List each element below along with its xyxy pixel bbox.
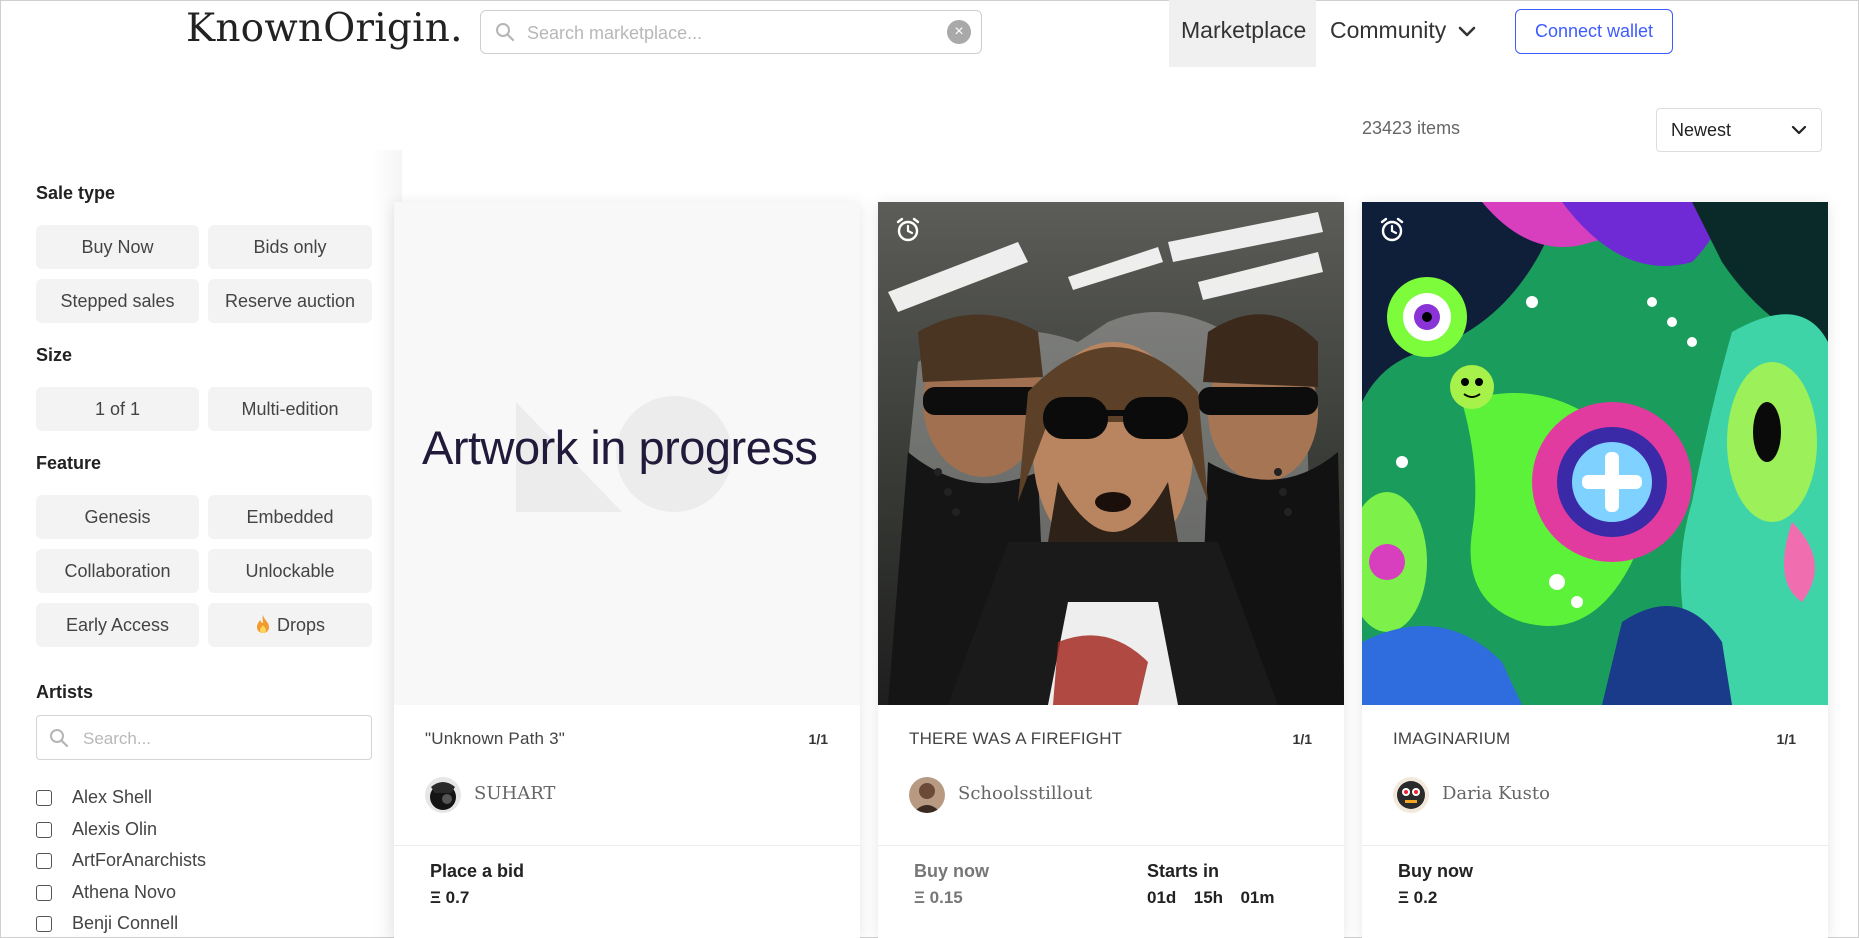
filter-stepped-sales[interactable]: Stepped sales [36, 279, 199, 323]
starts-in-label: Starts in [1147, 861, 1220, 881]
sort-selected-label: Newest [1671, 120, 1732, 140]
artist-search[interactable] [36, 715, 372, 760]
artist-search-input[interactable] [81, 726, 355, 752]
artwork-illustration [878, 202, 1344, 705]
sort-select[interactable]: Newest [1656, 108, 1822, 152]
avatar[interactable] [1393, 777, 1429, 813]
nav-community[interactable]: Community [1330, 17, 1446, 44]
artist-checkbox[interactable] [36, 916, 52, 932]
artwork-card[interactable]: Artwork in progress "Unknown Path 3" 1/1… [394, 202, 860, 938]
avatar[interactable] [425, 777, 461, 813]
artist-name[interactable]: Schoolsstillout [958, 783, 1092, 804]
clear-icon[interactable]: × [947, 20, 971, 44]
artist-option-label: Alex Shell [72, 787, 153, 807]
card-title[interactable]: "Unknown Path 3" [425, 729, 565, 749]
filter-early-access[interactable]: Early Access [36, 603, 199, 647]
search-icon [496, 23, 515, 42]
artist-name[interactable]: Daria Kusto [1442, 783, 1550, 804]
nav-marketplace[interactable]: Marketplace [1169, 0, 1316, 67]
filter-drops[interactable]: Drops [208, 603, 372, 647]
artist-checkbox[interactable] [36, 790, 52, 806]
divider [878, 845, 1344, 846]
marketplace-search[interactable]: × [480, 10, 982, 54]
artwork-image[interactable] [878, 202, 1344, 705]
price-value: Ξ 0.2 [1398, 888, 1438, 907]
filter-collaboration[interactable]: Collaboration [36, 549, 199, 593]
edition-badge: 1/1 [1776, 731, 1796, 747]
alarm-clock-icon [896, 217, 920, 242]
card-title[interactable]: IMAGINARIUM [1393, 729, 1510, 749]
filter-drops-label: Drops [276, 615, 325, 635]
sale-type-title: Sale type [36, 183, 116, 203]
search-icon [50, 729, 69, 748]
artist-checkbox[interactable] [36, 853, 52, 869]
artwork-image[interactable]: Artwork in progress [394, 202, 860, 705]
logo[interactable]: KnownOrigin. [186, 6, 463, 51]
artwork-card[interactable]: IMAGINARIUM 1/1 Daria Kusto Buy now Ξ 0.… [1362, 202, 1828, 938]
artists-title: Artists [36, 682, 94, 702]
search-input[interactable] [525, 19, 929, 47]
artwork-image[interactable] [1362, 202, 1828, 705]
chevron-down-icon [1791, 125, 1807, 135]
filter-bids-only[interactable]: Bids only [208, 225, 372, 269]
price-value: Ξ 0.15 [914, 888, 963, 907]
card-title[interactable]: THERE WAS A FIREFIGHT [909, 729, 1122, 749]
filter-unlockable[interactable]: Unlockable [208, 549, 372, 593]
price-value: Ξ 0.7 [430, 888, 470, 907]
artist-name[interactable]: SUHART [474, 783, 555, 804]
nav-marketplace-label: Marketplace [1181, 17, 1307, 43]
artist-option-label: Alexis Olin [72, 819, 158, 839]
divider [394, 845, 860, 846]
artist-option-label: Benji Connell [72, 913, 179, 933]
artwork-card[interactable]: THERE WAS A FIREFIGHT 1/1 Schoolsstillou… [878, 202, 1344, 938]
chevron-down-icon[interactable] [1457, 25, 1477, 39]
artist-checkbox[interactable] [36, 885, 52, 901]
price-label: Buy now [914, 861, 989, 881]
size-title: Size [36, 345, 73, 365]
artwork-placeholder-text: Artwork in progress [422, 421, 818, 474]
filter-reserve-auction[interactable]: Reserve auction [208, 279, 372, 323]
artist-checkbox[interactable] [36, 822, 52, 838]
connect-wallet-button[interactable]: Connect wallet [1515, 9, 1673, 54]
edition-badge: 1/1 [1292, 731, 1312, 747]
filter-multi-edition[interactable]: Multi-edition [208, 387, 372, 431]
artist-option-label: ArtForAnarchists [72, 850, 207, 870]
filter-embedded[interactable]: Embedded [208, 495, 372, 539]
filter-buy-now[interactable]: Buy Now [36, 225, 199, 269]
avatar[interactable] [909, 777, 945, 813]
price-label: Buy now [1398, 861, 1473, 881]
divider [1362, 845, 1828, 846]
artist-option-label: Athena Novo [72, 882, 177, 902]
artwork-illustration [1362, 202, 1828, 705]
alarm-clock-icon [1380, 217, 1404, 242]
result-count: 23423 items [1362, 118, 1461, 138]
filter-genesis[interactable]: Genesis [36, 495, 199, 539]
countdown-value: 01d 15h 01m [1147, 888, 1275, 907]
fire-icon [255, 606, 271, 650]
filter-1-of-1[interactable]: 1 of 1 [36, 387, 199, 431]
edition-badge: 1/1 [808, 731, 828, 747]
price-label: Place a bid [430, 861, 525, 881]
feature-title: Feature [36, 453, 102, 473]
